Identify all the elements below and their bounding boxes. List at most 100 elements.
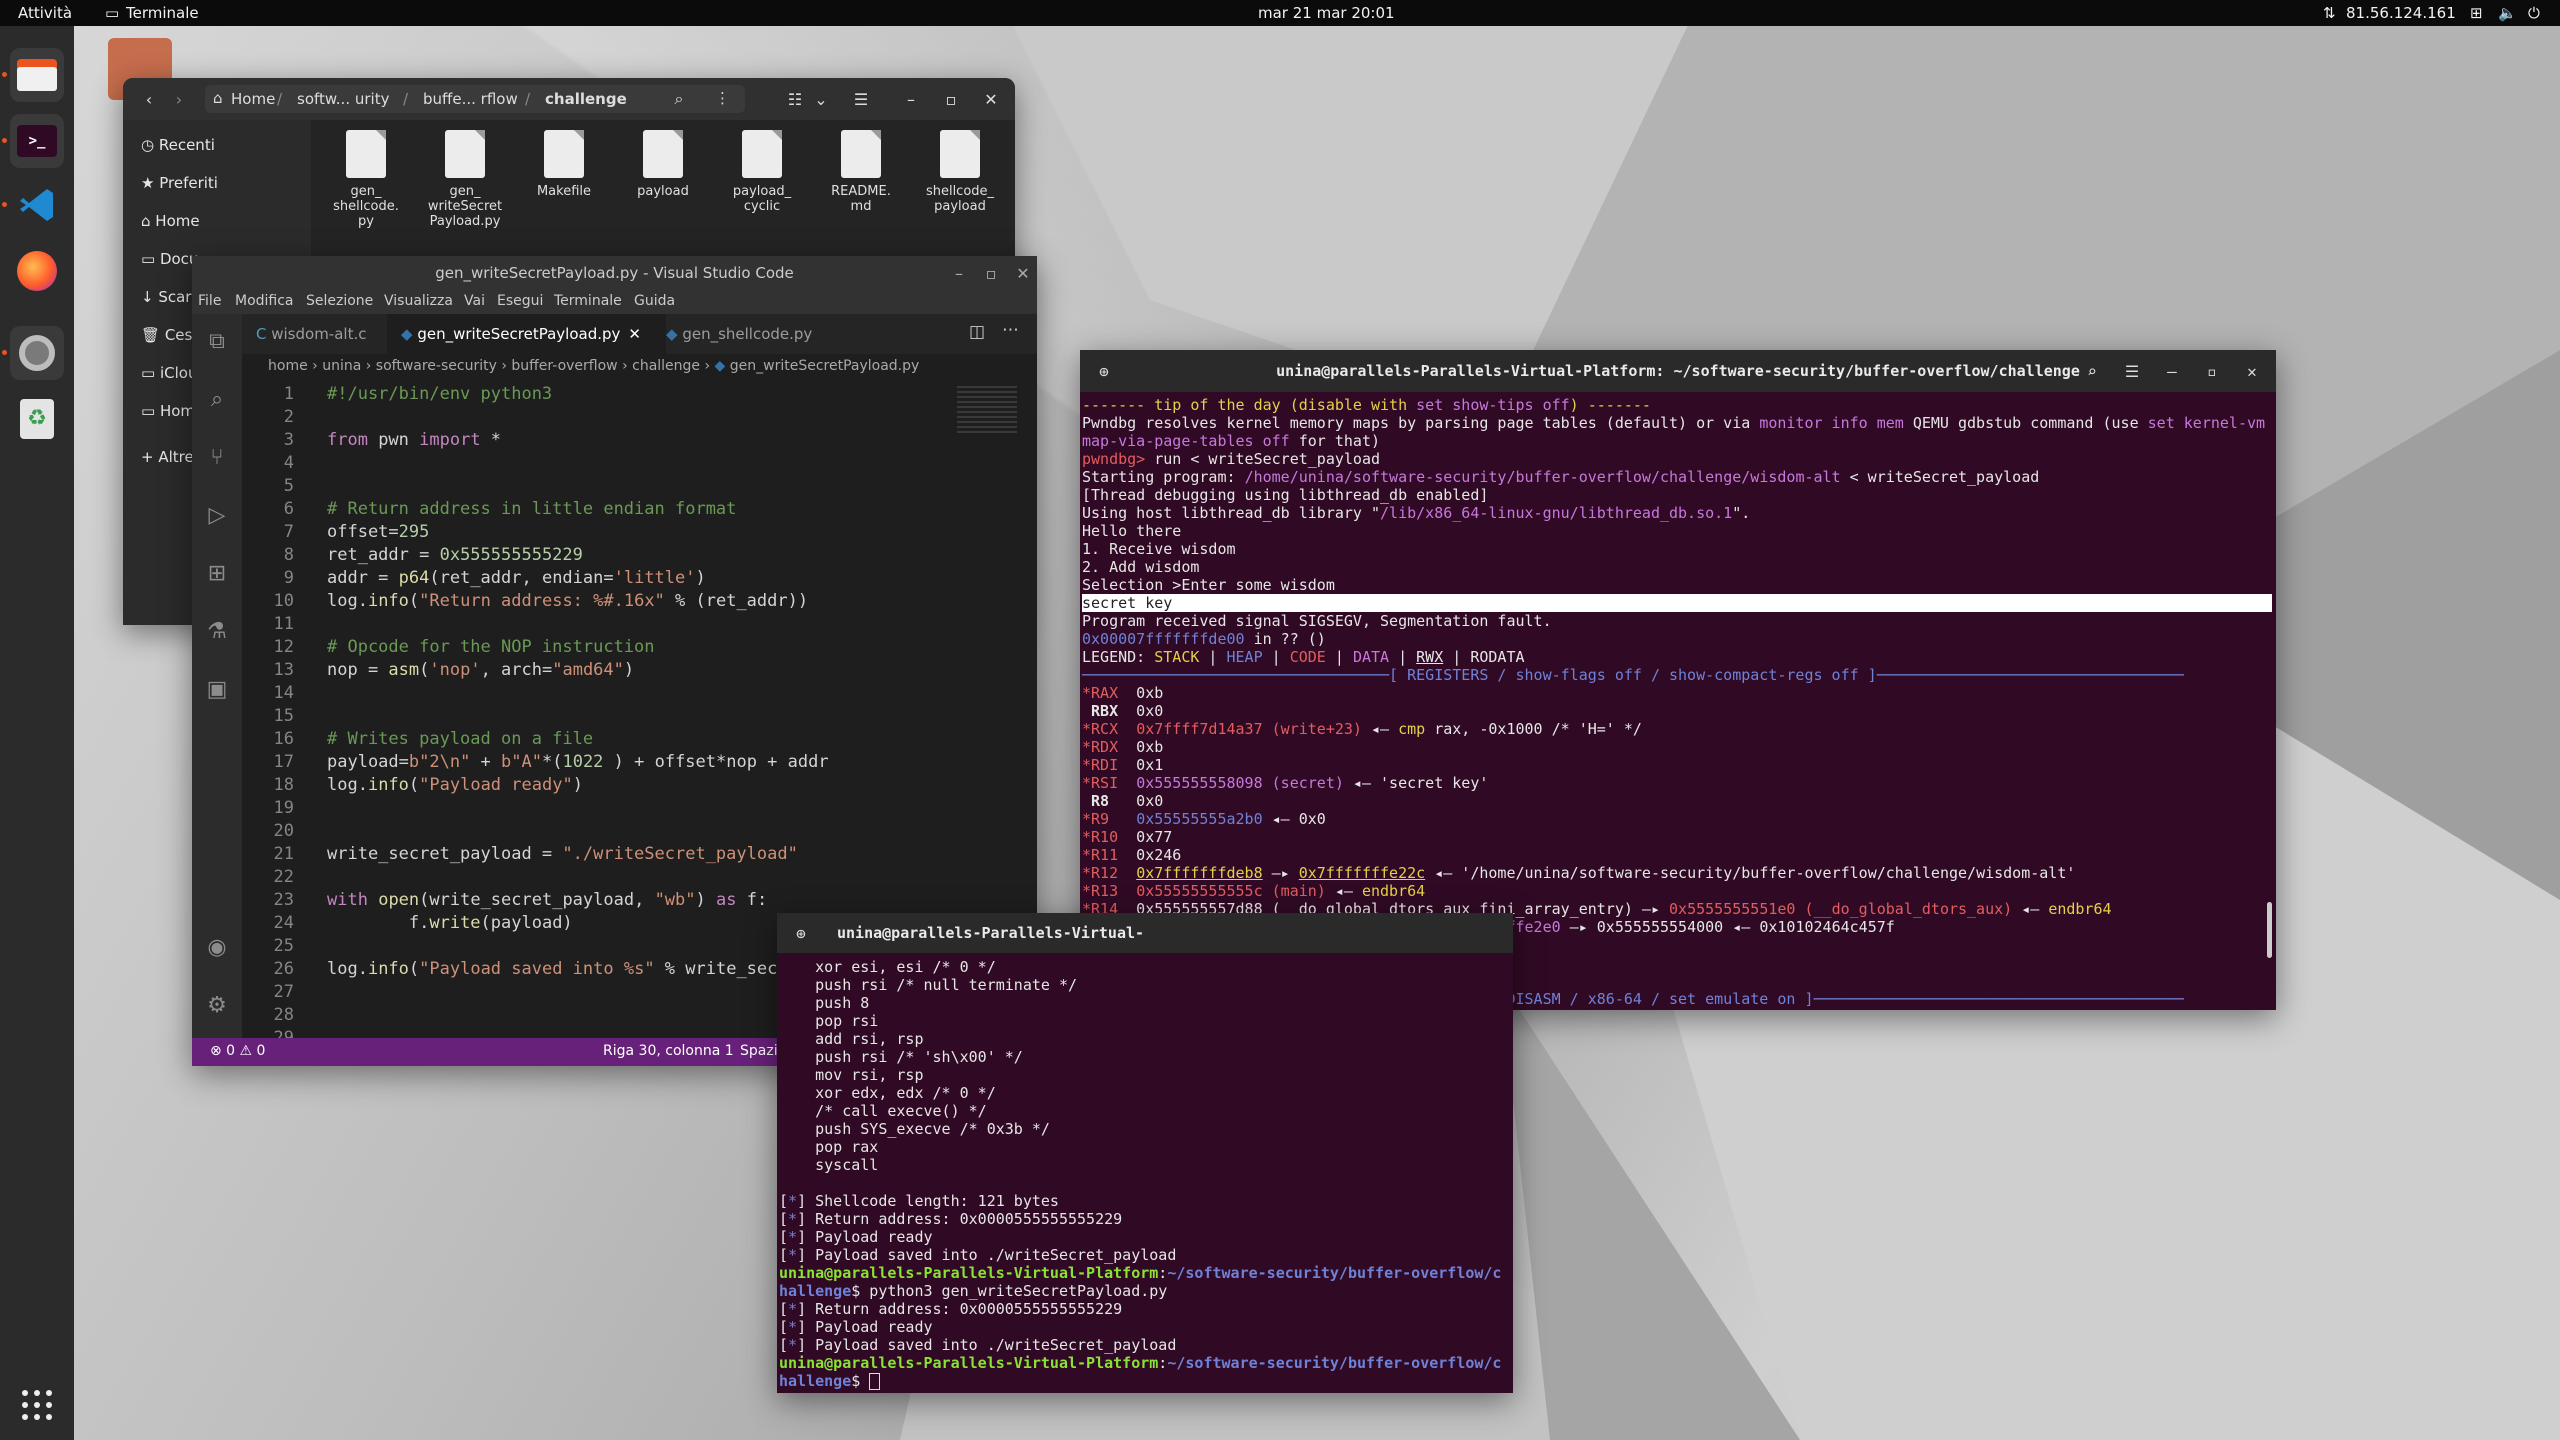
- search-icon[interactable]: ⌕: [667, 87, 691, 111]
- minimap[interactable]: [957, 386, 1017, 436]
- terminal-line: pop rsi: [779, 1012, 879, 1030]
- file-item[interactable]: payload: [618, 130, 708, 199]
- file-item[interactable]: gen_ shellcode. py: [321, 130, 411, 229]
- account-icon[interactable]: ◉: [205, 936, 229, 960]
- close-button[interactable]: ✕: [2240, 359, 2264, 383]
- new-tab-icon[interactable]: ⊕: [789, 921, 813, 945]
- menu-run[interactable]: Esegui: [497, 293, 543, 309]
- sidebar-item-trash[interactable]: 🗑 Cest: [141, 326, 198, 344]
- chevron-down-icon[interactable]: ⌄: [809, 87, 833, 111]
- power-icon[interactable]: ⏻: [2528, 4, 2540, 22]
- terminal-line: *R12 0x7fffffffdeb8 —▸ 0x7fffffffe22c ◂—…: [1082, 864, 2076, 882]
- sidebar-item-home[interactable]: ⌂ Home: [141, 212, 200, 230]
- vscode-dock-icon[interactable]: [10, 178, 64, 232]
- file-item[interactable]: gen_ writeSecret Payload.py: [420, 130, 510, 229]
- menu-selection[interactable]: Selezione: [306, 293, 373, 309]
- sidebar-item-starred[interactable]: ★ Preferiti: [141, 174, 218, 192]
- codeql-icon[interactable]: ▣: [205, 678, 229, 702]
- breadcrumb-buffer-overflow[interactable]: buffe... rflow: [423, 90, 518, 108]
- breadcrumb-software-security[interactable]: softw... urity: [297, 90, 389, 108]
- close-icon[interactable]: ✕: [628, 325, 641, 343]
- clock[interactable]: mar 21 mar 20:01: [1258, 4, 1395, 22]
- minimize-button[interactable]: –: [2160, 359, 2184, 383]
- settings-dock-icon[interactable]: [10, 326, 64, 380]
- path-bar[interactable]: ⌂ Home / softw... urity / buffe... rflow…: [205, 85, 745, 113]
- sidebar-item-icloud[interactable]: ▭ iClou: [141, 364, 197, 382]
- breadcrumb-challenge[interactable]: challenge: [545, 90, 627, 108]
- search-icon[interactable]: ⌕: [2080, 359, 2104, 383]
- minimize-button[interactable]: –: [899, 87, 923, 111]
- terminal-line: push rsi /* 'sh\x00' */: [779, 1048, 1023, 1066]
- file-item[interactable]: README. md: [816, 130, 906, 214]
- terminal-line: Hello there: [1082, 522, 1182, 540]
- menu-edit[interactable]: Modifica: [235, 293, 294, 309]
- extensions-icon[interactable]: ⊞: [205, 562, 229, 586]
- cursor-position[interactable]: Riga 30, colonna 1: [603, 1043, 734, 1059]
- problems-indicator[interactable]: ⊗ 0 ⚠ 0: [210, 1043, 265, 1059]
- run-debug-icon[interactable]: ▷: [205, 504, 229, 528]
- breadcrumb-home[interactable]: Home: [231, 90, 275, 108]
- show-apps-icon[interactable]: [10, 1378, 64, 1432]
- tab-wisdom-alt-c[interactable]: C wisdom-alt.c: [242, 314, 401, 354]
- source-control-icon[interactable]: ⑂: [205, 446, 229, 470]
- activities-button[interactable]: Attività: [18, 4, 72, 22]
- sidebar-item-downloads[interactable]: ↓ Scar: [141, 288, 191, 306]
- hamburger-menu-icon[interactable]: ☰: [849, 87, 873, 111]
- tab-gen-writesecretpayload[interactable]: ◆ gen_writeSecretPayload.py ✕: [387, 314, 666, 354]
- sidebar-item-other[interactable]: + Altre: [141, 448, 194, 466]
- trash-dock-icon[interactable]: ♻: [10, 392, 64, 446]
- list-view-icon[interactable]: ☷: [783, 87, 807, 111]
- maximize-button[interactable]: ▫: [2200, 359, 2224, 383]
- ip-address[interactable]: 81.56.124.161: [2346, 4, 2456, 22]
- menu-go[interactable]: Vai: [464, 293, 485, 309]
- close-button[interactable]: ✕: [979, 87, 1003, 111]
- forward-button[interactable]: ›: [167, 87, 191, 111]
- file-item[interactable]: Makefile: [519, 130, 609, 199]
- volume-icon[interactable]: 🔈: [2498, 4, 2517, 22]
- menu-file[interactable]: File: [198, 293, 221, 309]
- search-icon[interactable]: ⌕: [205, 388, 229, 412]
- menu-terminal[interactable]: Terminale: [554, 293, 622, 309]
- crumb[interactable]: unina: [322, 358, 361, 374]
- python-file-icon: [346, 130, 386, 178]
- crumb[interactable]: buffer-overflow: [511, 358, 617, 374]
- crumb[interactable]: software-security: [376, 358, 497, 374]
- network-icon[interactable]: ⊞: [2470, 4, 2483, 22]
- close-button[interactable]: ✕: [1011, 261, 1035, 285]
- menu-help[interactable]: Guida: [634, 293, 675, 309]
- crumb[interactable]: gen_writeSecretPayload.py: [730, 358, 920, 374]
- sidebar-item-home-share[interactable]: ▭ Hom: [141, 402, 195, 420]
- explorer-icon[interactable]: ⧉: [205, 330, 229, 354]
- gdb-terminal-window[interactable]: ⊕ unina@parallels-Parallels-Virtual-Plat…: [1080, 350, 2276, 1010]
- terminal-line: syscall: [779, 1156, 879, 1174]
- minimize-button[interactable]: –: [947, 261, 971, 285]
- terminal-dock-icon[interactable]: >_: [10, 114, 64, 168]
- scrollbar[interactable]: [2267, 902, 2272, 958]
- back-button[interactable]: ‹: [137, 87, 161, 111]
- terminal-line: push rsi /* null terminate */: [779, 976, 1078, 994]
- window-title: gen_writeSecretPayload.py - Visual Studi…: [435, 264, 794, 282]
- file-item[interactable]: shellcode_ payload: [915, 130, 1005, 214]
- firefox-dock-icon[interactable]: [10, 244, 64, 298]
- more-actions-icon[interactable]: ⋯: [1002, 320, 1019, 340]
- menu-view[interactable]: Visualizza: [384, 293, 453, 309]
- hamburger-menu-icon[interactable]: ☰: [2120, 359, 2144, 383]
- files-dock-icon[interactable]: [10, 48, 64, 102]
- c-file-icon: C: [256, 325, 272, 343]
- gear-icon[interactable]: ⚙: [205, 994, 229, 1018]
- shell-terminal-window[interactable]: ⊕ unina@parallels-Parallels-Virtual- xor…: [777, 913, 1513, 1393]
- tab-gen-shellcode[interactable]: ◆ gen_shellcode.py: [652, 314, 846, 354]
- testing-icon[interactable]: ⚗: [205, 620, 229, 644]
- sidebar-item-recent[interactable]: ◷ Recenti: [141, 136, 215, 154]
- indentation-indicator[interactable]: Spazi: [740, 1043, 778, 1059]
- maximize-button[interactable]: ▫: [939, 87, 963, 111]
- sidebar-item-documents[interactable]: ▭ Docu: [141, 250, 198, 268]
- app-menu[interactable]: Terminale: [126, 4, 199, 22]
- maximize-button[interactable]: ▫: [979, 261, 1003, 285]
- file-item[interactable]: payload_ cyclic: [717, 130, 807, 214]
- split-editor-icon[interactable]: ◫: [969, 322, 985, 342]
- terminal-prompt[interactable]: hallenge$: [779, 1372, 881, 1390]
- crumb[interactable]: challenge: [632, 358, 700, 374]
- path-menu-icon[interactable]: ⋮: [715, 89, 730, 107]
- crumb[interactable]: home: [268, 358, 308, 374]
